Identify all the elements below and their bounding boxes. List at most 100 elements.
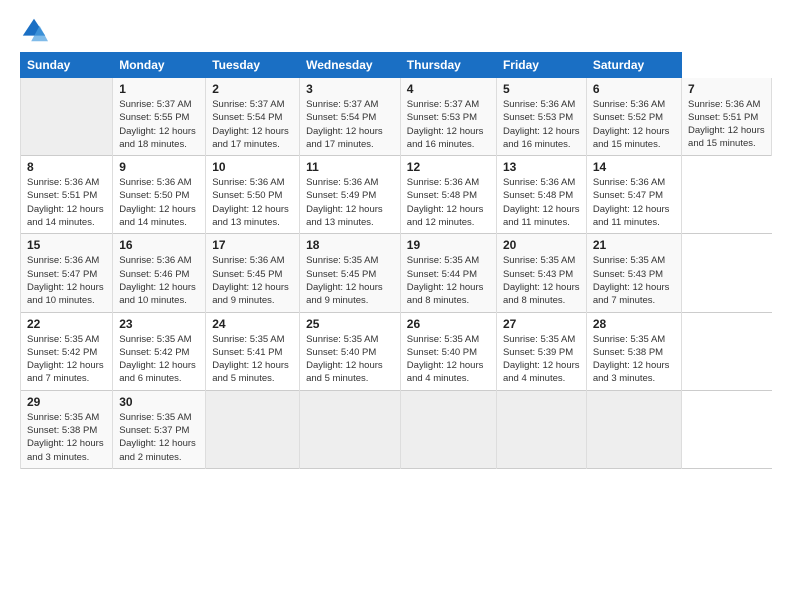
calendar-cell: 5 Sunrise: 5:36 AMSunset: 5:53 PMDaylight… <box>496 78 586 156</box>
day-number: 16 <box>119 238 199 252</box>
day-detail: Sunrise: 5:36 AMSunset: 5:51 PMDaylight:… <box>27 176 106 229</box>
calendar-cell: 19Sunrise: 5:35 AMSunset: 5:44 PMDayligh… <box>400 234 496 312</box>
calendar-cell: 26Sunrise: 5:35 AMSunset: 5:40 PMDayligh… <box>400 312 496 390</box>
calendar-cell <box>300 390 401 468</box>
calendar-week-row: 8 Sunrise: 5:36 AMSunset: 5:51 PMDaylight… <box>21 156 772 234</box>
day-detail: Sunrise: 5:35 AMSunset: 5:43 PMDaylight:… <box>503 254 580 307</box>
day-detail: Sunrise: 5:36 AMSunset: 5:45 PMDaylight:… <box>212 254 293 307</box>
day-detail: Sunrise: 5:36 AMSunset: 5:50 PMDaylight:… <box>119 176 199 229</box>
calendar-cell: 1 Sunrise: 5:37 AMSunset: 5:55 PMDaylight… <box>113 78 206 156</box>
header <box>20 16 772 44</box>
day-number: 17 <box>212 238 293 252</box>
day-detail: Sunrise: 5:35 AMSunset: 5:44 PMDaylight:… <box>407 254 490 307</box>
day-detail: Sunrise: 5:35 AMSunset: 5:37 PMDaylight:… <box>119 411 199 464</box>
page: SundayMondayTuesdayWednesdayThursdayFrid… <box>0 0 792 612</box>
day-detail: Sunrise: 5:35 AMSunset: 5:38 PMDaylight:… <box>27 411 106 464</box>
calendar-cell: 27Sunrise: 5:35 AMSunset: 5:39 PMDayligh… <box>496 312 586 390</box>
day-number: 30 <box>119 395 199 409</box>
calendar-cell: 21Sunrise: 5:35 AMSunset: 5:43 PMDayligh… <box>586 234 681 312</box>
day-detail: Sunrise: 5:35 AMSunset: 5:45 PMDaylight:… <box>306 254 394 307</box>
calendar-week-row: 15 Sunrise: 5:36 AMSunset: 5:47 PMDayligh… <box>21 234 772 312</box>
weekday-header-cell: Saturday <box>586 53 681 78</box>
calendar-cell: 3Sunrise: 5:37 AMSunset: 5:54 PMDaylight… <box>300 78 401 156</box>
calendar-cell: 23Sunrise: 5:35 AMSunset: 5:42 PMDayligh… <box>113 312 206 390</box>
day-number: 5 <box>503 82 580 96</box>
calendar: SundayMondayTuesdayWednesdayThursdayFrid… <box>20 52 772 469</box>
calendar-cell: 15 Sunrise: 5:36 AMSunset: 5:47 PMDayligh… <box>21 234 113 312</box>
day-number: 4 <box>407 82 490 96</box>
calendar-cell: 20 Sunrise: 5:35 AMSunset: 5:43 PMDayligh… <box>496 234 586 312</box>
calendar-cell: 8 Sunrise: 5:36 AMSunset: 5:51 PMDaylight… <box>21 156 113 234</box>
calendar-cell: 2Sunrise: 5:37 AMSunset: 5:54 PMDaylight… <box>206 78 300 156</box>
day-detail: Sunrise: 5:37 AMSunset: 5:55 PMDaylight:… <box>119 98 199 151</box>
day-detail: Sunrise: 5:36 AMSunset: 5:50 PMDaylight:… <box>212 176 293 229</box>
calendar-cell: 30 Sunrise: 5:35 AMSunset: 5:37 PMDayligh… <box>113 390 206 468</box>
day-number: 26 <box>407 317 490 331</box>
calendar-cell: 25 Sunrise: 5:35 AMSunset: 5:40 PMDayligh… <box>300 312 401 390</box>
calendar-cell: 29 Sunrise: 5:35 AMSunset: 5:38 PMDayligh… <box>21 390 113 468</box>
day-number: 9 <box>119 160 199 174</box>
day-number: 8 <box>27 160 106 174</box>
day-detail: Sunrise: 5:35 AMSunset: 5:41 PMDaylight:… <box>212 333 293 386</box>
day-detail: Sunrise: 5:36 AMSunset: 5:47 PMDaylight:… <box>27 254 106 307</box>
day-number: 20 <box>503 238 580 252</box>
calendar-cell: 7Sunrise: 5:36 AMSunset: 5:51 PMDaylight… <box>682 78 772 156</box>
day-detail: Sunrise: 5:36 AMSunset: 5:53 PMDaylight:… <box>503 98 580 151</box>
calendar-cell: 9 Sunrise: 5:36 AMSunset: 5:50 PMDaylight… <box>113 156 206 234</box>
day-number: 24 <box>212 317 293 331</box>
day-number: 12 <box>407 160 490 174</box>
day-number: 25 <box>306 317 394 331</box>
calendar-cell: 6 Sunrise: 5:36 AMSunset: 5:52 PMDaylight… <box>586 78 681 156</box>
day-detail: Sunrise: 5:36 AMSunset: 5:47 PMDaylight:… <box>593 176 675 229</box>
day-detail: Sunrise: 5:35 AMSunset: 5:42 PMDaylight:… <box>27 333 106 386</box>
day-detail: Sunrise: 5:36 AMSunset: 5:48 PMDaylight:… <box>503 176 580 229</box>
day-number: 18 <box>306 238 394 252</box>
calendar-cell-empty <box>21 78 113 156</box>
weekday-header-cell: Sunday <box>21 53 113 78</box>
day-number: 6 <box>593 82 675 96</box>
calendar-cell: 14 Sunrise: 5:36 AMSunset: 5:47 PMDayligh… <box>586 156 681 234</box>
calendar-cell: 12 Sunrise: 5:36 AMSunset: 5:48 PMDayligh… <box>400 156 496 234</box>
calendar-week-row: 29 Sunrise: 5:35 AMSunset: 5:38 PMDayligh… <box>21 390 772 468</box>
calendar-week-row: 1 Sunrise: 5:37 AMSunset: 5:55 PMDaylight… <box>21 78 772 156</box>
calendar-cell: 10 Sunrise: 5:36 AMSunset: 5:50 PMDayligh… <box>206 156 300 234</box>
day-detail: Sunrise: 5:35 AMSunset: 5:38 PMDaylight:… <box>593 333 675 386</box>
day-number: 15 <box>27 238 106 252</box>
calendar-cell <box>206 390 300 468</box>
day-number: 22 <box>27 317 106 331</box>
day-detail: Sunrise: 5:36 AMSunset: 5:48 PMDaylight:… <box>407 176 490 229</box>
day-detail: Sunrise: 5:35 AMSunset: 5:40 PMDaylight:… <box>306 333 394 386</box>
calendar-cell <box>586 390 681 468</box>
calendar-cell: 28Sunrise: 5:35 AMSunset: 5:38 PMDayligh… <box>586 312 681 390</box>
day-detail: Sunrise: 5:35 AMSunset: 5:43 PMDaylight:… <box>593 254 675 307</box>
calendar-week-row: 22 Sunrise: 5:35 AMSunset: 5:42 PMDayligh… <box>21 312 772 390</box>
day-detail: Sunrise: 5:36 AMSunset: 5:49 PMDaylight:… <box>306 176 394 229</box>
day-number: 7 <box>688 82 765 96</box>
day-number: 1 <box>119 82 199 96</box>
day-number: 10 <box>212 160 293 174</box>
calendar-cell: 22 Sunrise: 5:35 AMSunset: 5:42 PMDayligh… <box>21 312 113 390</box>
day-number: 14 <box>593 160 675 174</box>
calendar-cell: 16Sunrise: 5:36 AMSunset: 5:46 PMDayligh… <box>113 234 206 312</box>
logo <box>20 16 52 44</box>
calendar-cell: 4 Sunrise: 5:37 AMSunset: 5:53 PMDaylight… <box>400 78 496 156</box>
calendar-cell <box>400 390 496 468</box>
day-detail: Sunrise: 5:35 AMSunset: 5:39 PMDaylight:… <box>503 333 580 386</box>
weekday-header-cell: Tuesday <box>206 53 300 78</box>
calendar-cell: 11Sunrise: 5:36 AMSunset: 5:49 PMDayligh… <box>300 156 401 234</box>
day-number: 29 <box>27 395 106 409</box>
weekday-header-cell: Friday <box>496 53 586 78</box>
weekday-header-row: SundayMondayTuesdayWednesdayThursdayFrid… <box>21 53 772 78</box>
weekday-header-cell: Monday <box>113 53 206 78</box>
day-number: 3 <box>306 82 394 96</box>
weekday-header-cell: Wednesday <box>300 53 401 78</box>
day-detail: Sunrise: 5:35 AMSunset: 5:42 PMDaylight:… <box>119 333 199 386</box>
weekday-header-cell: Thursday <box>400 53 496 78</box>
calendar-cell: 18 Sunrise: 5:35 AMSunset: 5:45 PMDayligh… <box>300 234 401 312</box>
logo-icon <box>20 16 48 44</box>
day-detail: Sunrise: 5:36 AMSunset: 5:52 PMDaylight:… <box>593 98 675 151</box>
calendar-cell <box>496 390 586 468</box>
calendar-cell: 17 Sunrise: 5:36 AMSunset: 5:45 PMDayligh… <box>206 234 300 312</box>
calendar-cell: 13Sunrise: 5:36 AMSunset: 5:48 PMDayligh… <box>496 156 586 234</box>
day-detail: Sunrise: 5:37 AMSunset: 5:53 PMDaylight:… <box>407 98 490 151</box>
